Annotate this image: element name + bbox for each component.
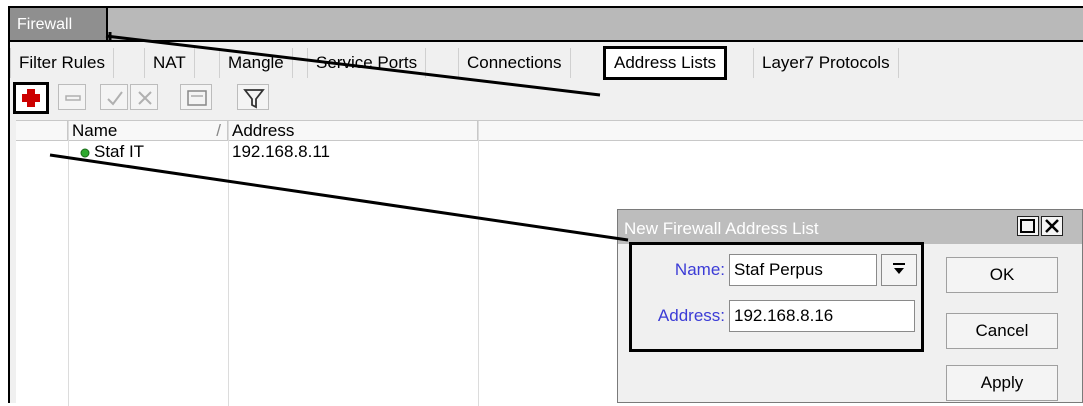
apply-button[interactable]: Apply [946,365,1058,401]
row-name: Staf IT [94,142,145,161]
column-header-filler [478,121,1083,141]
remove-button[interactable] [58,84,86,110]
maximize-icon [1020,219,1035,233]
enable-icon [107,91,123,106]
toolbar [10,76,1083,116]
comment-icon [187,90,207,106]
tab-service-ports[interactable]: Service Ports [307,48,427,78]
table-row[interactable]: Staf IT 192.168.8.11 [16,142,1083,162]
maximize-button[interactable] [1017,216,1039,236]
column-header-address[interactable]: Address [228,121,478,141]
column-header-name-label: Name [72,121,118,140]
dialog-title: New Firewall Address List [624,219,819,238]
tab-nat[interactable]: NAT [144,48,195,78]
sort-indicator: / [216,121,221,140]
cancel-button[interactable]: Cancel [946,313,1058,349]
column-header-blank [16,121,68,141]
tab-address-lists[interactable]: Address Lists [603,46,728,80]
chevron-down-icon [893,263,905,274]
address-label: Address: [657,306,725,325]
disable-button[interactable] [130,84,158,110]
address-field[interactable]: 192.168.8.16 [729,300,915,332]
filter-icon [243,89,265,109]
window-titlebar: Firewall [10,8,1083,40]
disable-icon [138,91,152,105]
enabled-status-icon [80,148,90,158]
enable-button[interactable] [100,84,128,110]
column-header-address-label: Address [232,121,295,140]
dialog-titlebar: New Firewall Address List [618,210,1082,244]
remove-icon [65,95,81,101]
close-button[interactable] [1041,216,1063,236]
filter-button[interactable] [237,84,269,110]
ok-button[interactable]: OK [946,257,1058,293]
fields-highlight: Name: Staf Perpus Address: 192.168.8.16 [629,242,924,352]
add-button[interactable] [13,82,49,114]
column-divider [478,121,479,406]
window-title-tab: Firewall [10,8,108,40]
tab-filter-rules[interactable]: Filter Rules [10,48,114,78]
close-icon [1045,219,1059,233]
name-field[interactable]: Staf Perpus [729,254,877,286]
tab-mangle[interactable]: Mangle [219,48,293,78]
row-address: 192.168.8.11 [232,142,330,161]
add-icon [22,89,40,107]
window-title: Firewall [17,16,73,33]
comment-button[interactable] [180,84,212,110]
tab-layer7-protocols[interactable]: Layer7 Protocols [753,48,899,78]
name-label: Name: [674,260,725,279]
tab-bar: Filter Rules NAT Mangle Service Ports Co… [10,40,1083,80]
column-header-name[interactable]: Name / [68,121,228,141]
name-dropdown-button[interactable] [881,254,917,286]
new-address-list-dialog: New Firewall Address List Name: Staf Per… [617,209,1083,403]
column-divider [228,121,229,406]
tab-connections[interactable]: Connections [458,48,571,78]
column-divider [68,121,69,406]
